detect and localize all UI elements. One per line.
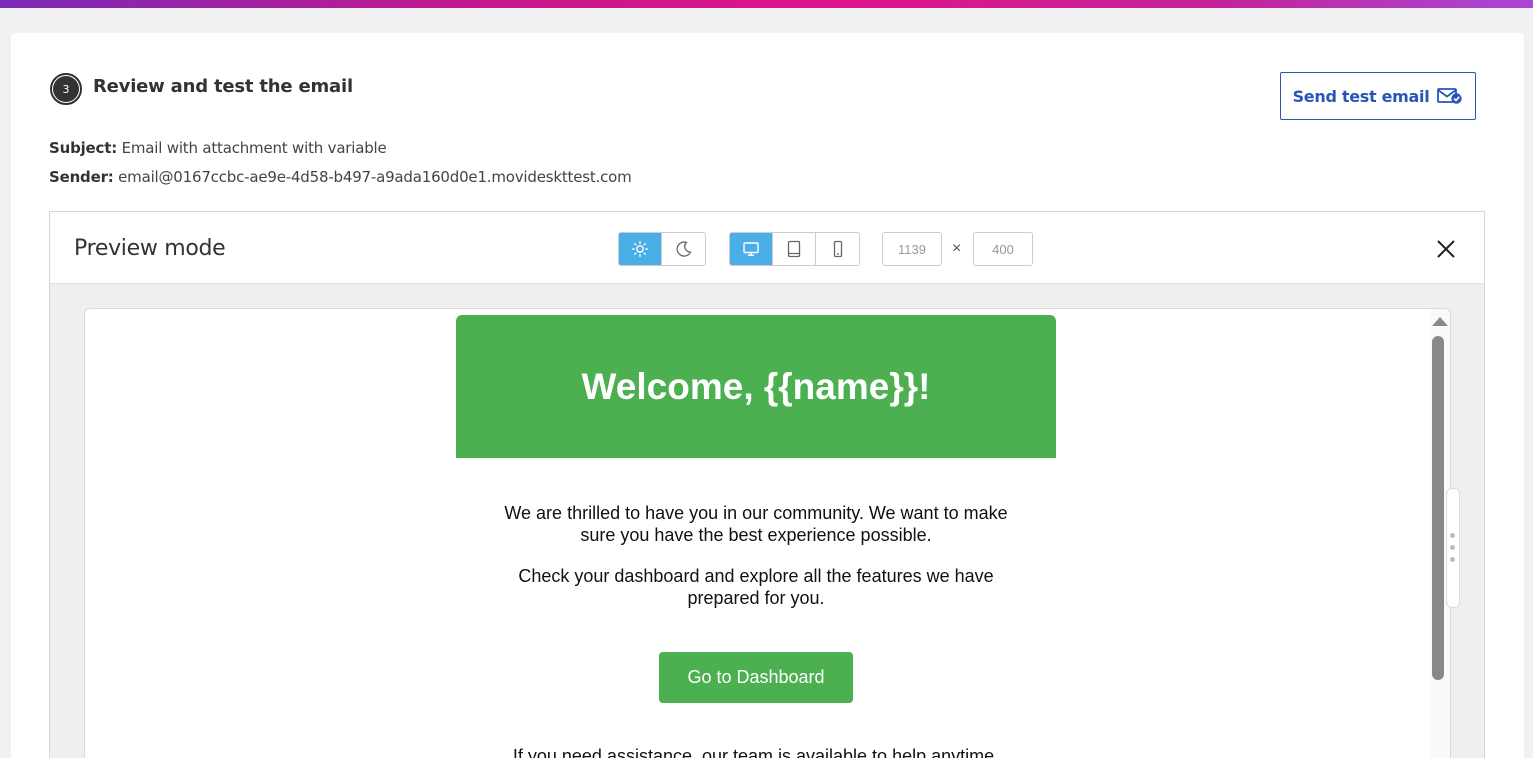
sender-label: Sender: (49, 168, 114, 186)
email-subject: Subject: Email with attachment with vari… (49, 139, 387, 157)
desktop-icon (743, 242, 759, 256)
grip-dot-icon (1450, 557, 1455, 562)
send-test-email-button[interactable]: Send test email (1280, 72, 1476, 120)
theme-toggle (618, 232, 706, 266)
dimension-separator: × (952, 240, 962, 257)
step-title: Review and test the email (93, 76, 353, 97)
email-heading: Welcome, {{name}}! (456, 315, 1056, 458)
preview-title: Preview mode (74, 236, 226, 261)
go-to-dashboard-button[interactable]: Go to Dashboard (659, 652, 853, 703)
mail-check-icon (1437, 88, 1463, 104)
device-tablet-option[interactable] (773, 233, 816, 265)
send-test-email-label: Send test email (1292, 86, 1430, 106)
email-paragraph-dashboard: Check your dashboard and explore all the… (518, 566, 994, 608)
step-number: 3 (53, 76, 79, 102)
preview-panel: Preview mode 1139 × 400 Welcome, {{name}… (49, 211, 1485, 758)
email-paragraph-intro: We are thrilled to have you in our commu… (504, 503, 1008, 545)
scrollbar-thumb[interactable] (1432, 336, 1444, 680)
step-number-badge: 3 (50, 73, 82, 105)
device-desktop-option[interactable] (730, 233, 773, 265)
preview-height-input[interactable] (973, 232, 1033, 266)
grip-dot-icon (1450, 533, 1455, 538)
email-preview-frame: Welcome, {{name}}! We are thrilled to ha… (84, 308, 1451, 758)
theme-dark-option[interactable] (662, 233, 705, 265)
subject-value: Email with attachment with variable (121, 139, 387, 157)
tablet-icon (787, 240, 801, 258)
device-toggle (729, 232, 860, 266)
moon-icon (676, 241, 692, 257)
close-icon[interactable] (1434, 237, 1458, 261)
preview-header: Preview mode 1139 × 400 (50, 212, 1484, 284)
subject-label: Subject: (49, 139, 117, 157)
sun-icon (631, 240, 649, 258)
preview-width-input[interactable] (882, 232, 942, 266)
theme-light-option[interactable] (619, 233, 662, 265)
top-gradient-bar (0, 0, 1533, 8)
resize-handle[interactable] (1446, 488, 1460, 608)
scroll-up-arrow-icon[interactable] (1432, 317, 1448, 326)
mobile-icon (833, 240, 842, 258)
email-paragraph-assistance: If you need assistance, our team is avai… (512, 746, 1000, 758)
email-sender: Sender: email@0167ccbc-ae9e-4d58-b497-a9… (49, 168, 632, 186)
grip-dot-icon (1450, 545, 1455, 550)
sender-value: email@0167ccbc-ae9e-4d58-b497-a9ada160d0… (118, 168, 632, 186)
device-mobile-option[interactable] (816, 233, 859, 265)
